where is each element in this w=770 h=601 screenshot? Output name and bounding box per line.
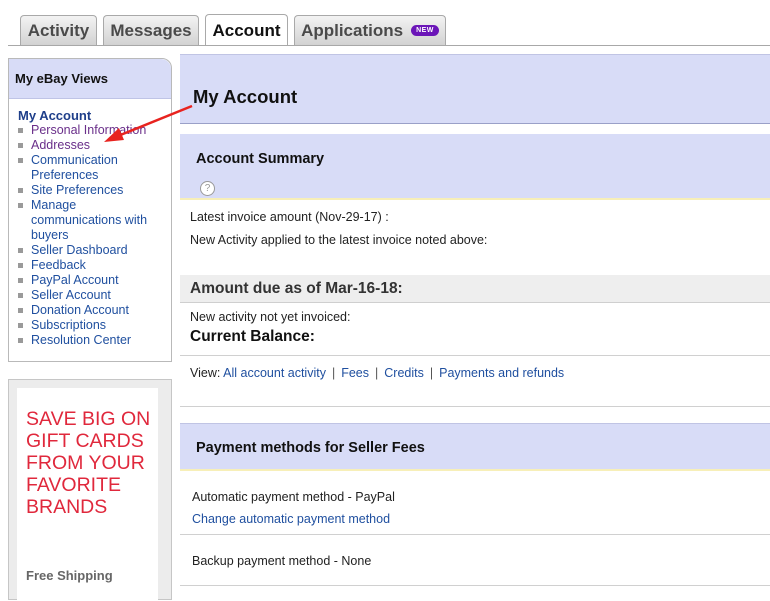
sidebar-item-label: Communication Preferences xyxy=(31,153,118,182)
payment-methods-header: Payment methods for Seller Fees xyxy=(180,423,770,471)
tab-bar: Activity Messages Account Applications NE… xyxy=(0,0,770,46)
bullet-icon xyxy=(18,263,23,268)
tab-label: Messages xyxy=(110,20,192,40)
tab-divider xyxy=(8,45,770,46)
sidebar-item-personal-information[interactable]: Personal Information xyxy=(18,123,161,138)
change-automatic-payment-link[interactable]: Change automatic payment method xyxy=(192,512,390,526)
sidebar-item-label: Feedback xyxy=(31,258,86,272)
link-separator: | xyxy=(375,366,379,380)
sidebar-item-donation-account[interactable]: Donation Account xyxy=(18,303,161,318)
sidebar-item-communication-preferences[interactable]: Communication Preferences xyxy=(18,153,161,183)
sidebar-item-seller-account[interactable]: Seller Account xyxy=(18,288,161,303)
sidebar-item-label: Subscriptions xyxy=(31,318,107,332)
bullet-icon xyxy=(18,158,23,163)
bullet-icon xyxy=(18,323,23,328)
sidebar-item-label: Seller Account xyxy=(31,288,111,302)
automatic-payment-text: Automatic payment method - PayPal xyxy=(192,490,395,504)
divider xyxy=(180,534,770,535)
link-separator: | xyxy=(331,366,336,380)
sidebar-item-feedback[interactable]: Feedback xyxy=(18,258,161,273)
sidebar-item-manage-communications[interactable]: Manage communications with buyers xyxy=(18,198,161,243)
credits-link[interactable]: Credits xyxy=(384,366,424,380)
page-title: My Account xyxy=(193,86,298,107)
bullet-icon xyxy=(18,293,23,298)
bullet-icon xyxy=(18,128,23,133)
all-account-activity-link[interactable]: All account activity xyxy=(223,366,326,380)
my-ebay-views-panel: My eBay Views My Account Personal Inform… xyxy=(8,58,172,362)
help-icon[interactable]: ? xyxy=(200,181,215,196)
current-balance-heading: Current Balance: xyxy=(190,328,315,345)
sidebar-item-seller-dashboard[interactable]: Seller Dashboard xyxy=(18,243,161,258)
page-header: My Account xyxy=(180,54,770,124)
bullet-icon xyxy=(18,278,23,283)
new-badge: NEW xyxy=(411,25,439,36)
bullet-icon xyxy=(18,248,23,253)
tab-label: Applications xyxy=(301,20,404,40)
tab-label: Account xyxy=(212,20,281,40)
bullet-icon xyxy=(18,188,23,193)
ad-headline: SAVE BIG ON GIFT CARDS FROM YOUR FAVORIT… xyxy=(26,408,151,518)
sidebar-item-label: PayPal Account xyxy=(31,273,119,287)
account-summary-header: Account Summary ? xyxy=(180,134,770,200)
ad-banner[interactable]: SAVE BIG ON GIFT CARDS FROM YOUR FAVORIT… xyxy=(8,379,172,601)
tab-account[interactable]: Account xyxy=(205,14,288,46)
bullet-icon xyxy=(18,308,23,313)
view-links-row: View: All account activity | Fees | Credits |… xyxy=(190,366,564,380)
new-activity-applied-text: New Activity applied to the latest invoi… xyxy=(190,233,488,247)
fees-link[interactable]: Fees xyxy=(341,366,369,380)
tab-activity[interactable]: Activity xyxy=(20,15,97,45)
sidebar-item-addresses[interactable]: Addresses xyxy=(18,138,161,153)
not-invoiced-text: New activity not yet invoiced: xyxy=(190,310,351,324)
amount-due-bar: Amount due as of Mar-16-18: xyxy=(180,275,770,303)
sidebar-item-label: Resolution Center xyxy=(31,333,132,347)
tab-applications[interactable]: Applications NEW xyxy=(294,15,446,45)
account-summary-title: Account Summary xyxy=(196,151,325,167)
divider xyxy=(180,406,770,407)
bullet-icon xyxy=(18,203,23,208)
bullet-icon xyxy=(18,143,23,148)
sidebar-item-label: Personal Information xyxy=(31,123,147,137)
divider xyxy=(180,585,770,586)
views-list: Personal Information Addresses Communica… xyxy=(9,123,171,348)
payment-methods-title: Payment methods for Seller Fees xyxy=(196,440,425,456)
sidebar-item-site-preferences[interactable]: Site Preferences xyxy=(18,183,161,198)
sidebar-item-paypal-account[interactable]: PayPal Account xyxy=(18,273,161,288)
sidebar-item-label: Seller Dashboard xyxy=(31,243,128,257)
bullet-icon xyxy=(18,338,23,343)
amount-due-heading: Amount due as of Mar-16-18: xyxy=(190,280,403,297)
sidebar-item-label: Manage communications with buyers xyxy=(31,198,148,242)
payments-refunds-link[interactable]: Payments and refunds xyxy=(439,366,564,380)
view-label: View: xyxy=(190,366,221,380)
ad-card: SAVE BIG ON GIFT CARDS FROM YOUR FAVORIT… xyxy=(17,388,158,601)
tab-label: Activity xyxy=(27,20,90,40)
backup-payment-text: Backup payment method - None xyxy=(192,554,372,568)
sidebar-item-subscriptions[interactable]: Subscriptions xyxy=(18,318,161,333)
tab-messages[interactable]: Messages xyxy=(103,15,199,45)
my-account-heading[interactable]: My Account xyxy=(18,108,171,123)
sidebar-item-label: Donation Account xyxy=(31,303,129,317)
main-content: My Account Account Summary ? Latest invo… xyxy=(180,54,770,600)
divider xyxy=(180,355,770,356)
ad-shipping-text: Free Shipping xyxy=(26,568,113,583)
link-separator: | xyxy=(429,366,434,380)
views-title: My eBay Views xyxy=(9,59,171,99)
latest-invoice-text: Latest invoice amount (Nov-29-17) : xyxy=(190,210,389,224)
sidebar-item-resolution-center[interactable]: Resolution Center xyxy=(18,333,161,348)
sidebar-item-label: Site Preferences xyxy=(31,183,124,197)
sidebar-item-label: Addresses xyxy=(31,138,91,152)
